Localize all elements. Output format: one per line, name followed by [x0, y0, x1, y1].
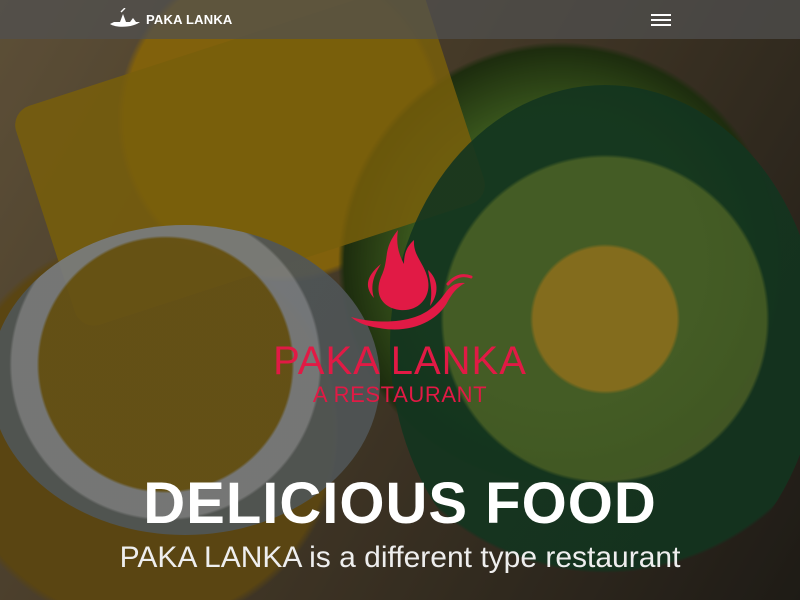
brand-subtitle: A RESTAURANT — [312, 382, 488, 407]
ship-logo-icon — [110, 8, 140, 27]
site-logo[interactable]: PAKA LANKA — [108, 8, 233, 30]
hero-brand: PAKA LANKA A RESTAURANT — [0, 222, 800, 407]
flame-chili-logo-icon — [351, 230, 473, 330]
brand-name: PAKA LANKA — [273, 339, 527, 383]
hero-headline: DELICIOUS FOOD — [143, 470, 657, 536]
hamburger-menu-icon[interactable] — [651, 11, 671, 27]
site-logo-text: PAKA LANKA — [146, 11, 233, 27]
hero-subheadline: PAKA LANKA is a different type restauran… — [119, 541, 681, 574]
top-navbar: PAKA LANKA — [0, 0, 800, 39]
